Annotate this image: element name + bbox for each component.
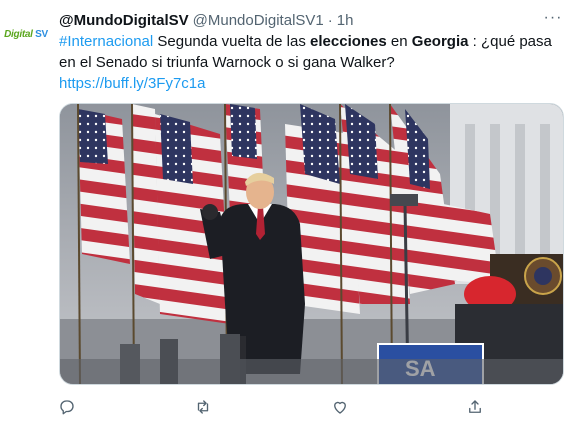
tweet-photo[interactable]: SA: [59, 103, 564, 385]
tweet-header: @MundoDigitalSV @MundoDigitalSV1 · 1h: [59, 10, 560, 30]
tweet-actions: [54, 394, 494, 420]
hashtag-link[interactable]: #Internacional: [59, 33, 153, 50]
avatar[interactable]: Digital SV: [4, 20, 48, 48]
tweet-card[interactable]: Digital SV @MundoDigitalSV @MundoDigital…: [0, 0, 574, 424]
avatar-logo: Digital SV: [4, 28, 48, 40]
text-bold: elecciones: [310, 33, 387, 50]
user-handle[interactable]: @MundoDigitalSV1: [193, 12, 324, 29]
like-button[interactable]: [327, 394, 353, 420]
url-link[interactable]: https://buff.ly/3Fy7c1a: [59, 75, 205, 92]
tweet-text: #Internacional Segunda vuelta de las ele…: [59, 31, 559, 94]
photo-illustration: SA: [60, 104, 563, 384]
separator-dot: ·: [327, 11, 333, 29]
reply-icon: [60, 400, 74, 415]
share-icon: [469, 400, 481, 413]
display-name[interactable]: @MundoDigitalSV: [59, 12, 189, 29]
text-segment: Segunda vuelta de las: [153, 33, 311, 50]
timestamp[interactable]: 1h: [337, 12, 354, 29]
retweet-button[interactable]: [190, 394, 216, 420]
share-button[interactable]: [462, 394, 488, 420]
reply-button[interactable]: [54, 394, 80, 420]
retweet-icon: [197, 400, 209, 414]
text-bold: Georgia: [411, 33, 469, 50]
text-segment: en: [386, 33, 412, 50]
like-icon: [334, 401, 346, 414]
more-options-icon[interactable]: ···: [542, 8, 564, 28]
